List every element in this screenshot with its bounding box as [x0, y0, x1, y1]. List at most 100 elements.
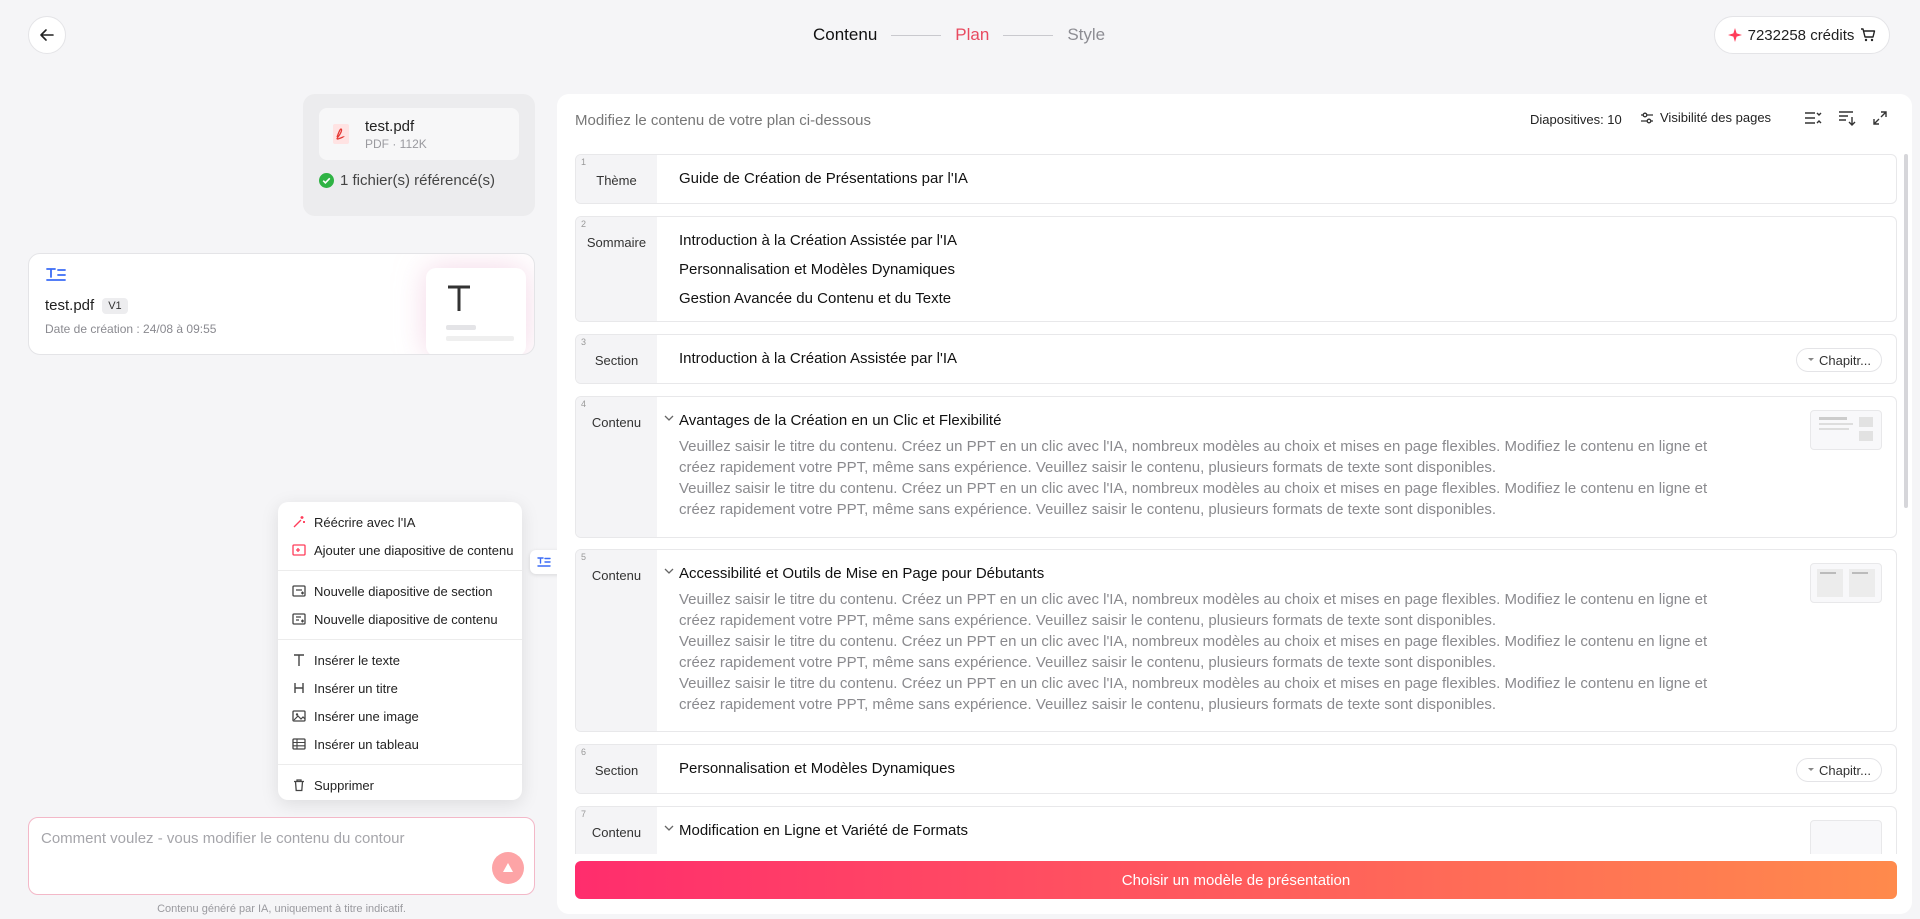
row-type: Thème: [596, 173, 637, 188]
export-outline-icon[interactable]: [1838, 110, 1856, 126]
table-icon: [292, 738, 306, 750]
row-label: 7 Contenu: [576, 807, 657, 854]
slide-count: Diapositives: 10: [1530, 112, 1622, 127]
menu-item-insert-table[interactable]: Insérer un tableau: [278, 730, 522, 758]
step-style[interactable]: Style: [1067, 25, 1105, 45]
referenced-file-card: test.pdf PDF · 112K 1 fichier(s) référen…: [303, 94, 535, 216]
row-number: 7: [581, 809, 587, 819]
send-arrow-icon: [503, 863, 513, 872]
layout-preview-icon: [1817, 569, 1875, 597]
outline-icon: [537, 557, 551, 567]
modify-prompt-box: [28, 817, 535, 895]
trash-icon: [294, 779, 304, 792]
outline-row-summary: 2 Sommaire Introduction à la Création Ass…: [575, 216, 1897, 322]
content-title[interactable]: Modification en Ligne et Variété de Form…: [679, 822, 1896, 839]
row-title[interactable]: Guide de Création de Présentations par l…: [679, 155, 1896, 187]
row-label: 6 Section: [576, 745, 657, 793]
menu-item-label: Insérer un titre: [314, 680, 398, 696]
document-thumbnail: [426, 268, 526, 354]
row-number: 4: [581, 399, 587, 409]
summary-item[interactable]: Gestion Avancée du Contenu et du Texte: [679, 290, 1896, 319]
file-row[interactable]: test.pdf PDF · 112K: [319, 108, 519, 160]
content-paragraph: Veuillez saisir le titre du contenu. Cré…: [679, 633, 1708, 671]
step-content[interactable]: Contenu: [813, 25, 877, 45]
collapse-all-icon[interactable]: [1804, 110, 1822, 126]
outline-icon: [46, 268, 66, 281]
scrollbar[interactable]: [1904, 154, 1908, 508]
visibility-label: Visibilité des pages: [1660, 110, 1772, 125]
menu-item-new-section-slide[interactable]: Nouvelle diapositive de section: [278, 577, 522, 605]
menu-item-add-content-slide[interactable]: Ajouter une diapositive de contenu: [278, 536, 522, 564]
menu-item-delete[interactable]: Supprimer: [278, 771, 522, 799]
summary-item[interactable]: Personnalisation et Modèles Dynamiques: [679, 261, 1896, 290]
outline-panel: Modifiez le contenu de votre plan ci-des…: [557, 94, 1912, 914]
add-slide-icon: [292, 544, 306, 556]
menu-item-label: Ajouter une diapositive de contenu: [314, 542, 514, 558]
content-slide-icon: [292, 613, 306, 625]
step-plan[interactable]: Plan: [955, 25, 989, 45]
row-type: Contenu: [591, 568, 642, 583]
caret-down-icon: [1807, 768, 1814, 771]
menu-item-insert-heading[interactable]: Insérer un titre: [278, 674, 522, 702]
chevron-down-icon[interactable]: [664, 568, 674, 575]
version-badge: V1: [102, 297, 128, 314]
layout-thumbnail[interactable]: [1810, 820, 1882, 854]
step-divider: [1003, 34, 1054, 36]
menu-item-label: Insérer une image: [314, 708, 419, 724]
sliders-icon: [1641, 112, 1653, 123]
menu-item-new-content-slide[interactable]: Nouvelle diapositive de contenu: [278, 605, 522, 633]
expand-icon[interactable]: [1872, 110, 1888, 126]
menu-divider: [278, 639, 522, 640]
row-type: Contenu: [591, 415, 642, 430]
content-title[interactable]: Avantages de la Création en un Clic et F…: [679, 412, 1896, 429]
row-title[interactable]: Personnalisation et Modèles Dynamiques: [679, 745, 1896, 777]
referenced-status: 1 fichier(s) référencé(s): [319, 172, 519, 189]
menu-item-label: Supprimer: [314, 777, 374, 793]
check-circle-icon: [319, 173, 334, 188]
layout-preview-icon: [1819, 417, 1873, 441]
menu-item-label: Nouvelle diapositive de contenu: [314, 611, 498, 627]
chapter-dropdown[interactable]: Chapitr...: [1795, 348, 1882, 372]
image-icon: [292, 710, 306, 722]
layout-thumbnail[interactable]: [1810, 410, 1882, 450]
document-name: test.pdf: [45, 297, 95, 314]
chapter-label: Chapitr...: [1818, 352, 1871, 368]
chevron-down-icon[interactable]: [664, 825, 674, 832]
file-name: test.pdf: [365, 117, 415, 135]
row-number: 5: [581, 552, 587, 562]
menu-item-insert-text[interactable]: Insérer le texte: [278, 646, 522, 674]
chevron-down-icon[interactable]: [664, 415, 674, 422]
choose-template-button[interactable]: Choisir un modèle de présentation: [575, 861, 1897, 899]
outline-row-content: 5 Contenu Accessibilité et Outils de Mise…: [575, 549, 1897, 732]
page-visibility-button[interactable]: Visibilité des pages: [1640, 110, 1771, 125]
layout-thumbnail[interactable]: [1810, 563, 1882, 603]
content-title[interactable]: Accessibilité et Outils de Mise en Page …: [679, 565, 1896, 582]
credits-button[interactable]: 7232258 crédits: [1714, 16, 1890, 54]
modify-prompt-input[interactable]: [41, 830, 522, 870]
content-body[interactable]: Veuillez saisir le titre du contenu. Cré…: [679, 589, 1739, 715]
credits-label: 7232258 crédits: [1747, 26, 1855, 44]
chapter-dropdown[interactable]: Chapitr...: [1795, 758, 1882, 782]
file-meta: PDF · 112K: [365, 136, 427, 151]
row-title[interactable]: Introduction à la Création Assistée par …: [679, 335, 1896, 367]
menu-item-rewrite-ai[interactable]: Réécrire avec l'IA: [278, 508, 522, 536]
row-label: 1 Thème: [576, 155, 657, 203]
pdf-file-icon: [333, 124, 349, 144]
menu-item-insert-image[interactable]: Insérer une image: [278, 702, 522, 730]
document-card[interactable]: test.pdf V1 Date de création : 24/08 à 0…: [28, 253, 535, 355]
row-label: 3 Section: [576, 335, 657, 383]
send-button[interactable]: [492, 852, 524, 884]
heading-icon: [294, 683, 304, 693]
outline-row-content: 4 Contenu Avantages de la Création en un …: [575, 396, 1897, 538]
panel-toolbar: [1804, 110, 1888, 126]
menu-item-label: Insérer un tableau: [314, 736, 419, 752]
panel-title: Modifiez le contenu de votre plan ci-des…: [575, 112, 872, 129]
summary-item[interactable]: Introduction à la Création Assistée par …: [679, 232, 1896, 261]
content-paragraph: Veuillez saisir le titre du contenu. Cré…: [679, 591, 1708, 629]
back-button[interactable]: [28, 16, 66, 54]
row-number: 1: [581, 157, 587, 167]
arrow-left-icon: [40, 29, 54, 41]
outline-row-theme: 1 Thème Guide de Création de Présentation…: [575, 154, 1897, 204]
content-body[interactable]: Veuillez saisir le titre du contenu. Cré…: [679, 436, 1739, 520]
cart-icon: [1861, 28, 1876, 42]
